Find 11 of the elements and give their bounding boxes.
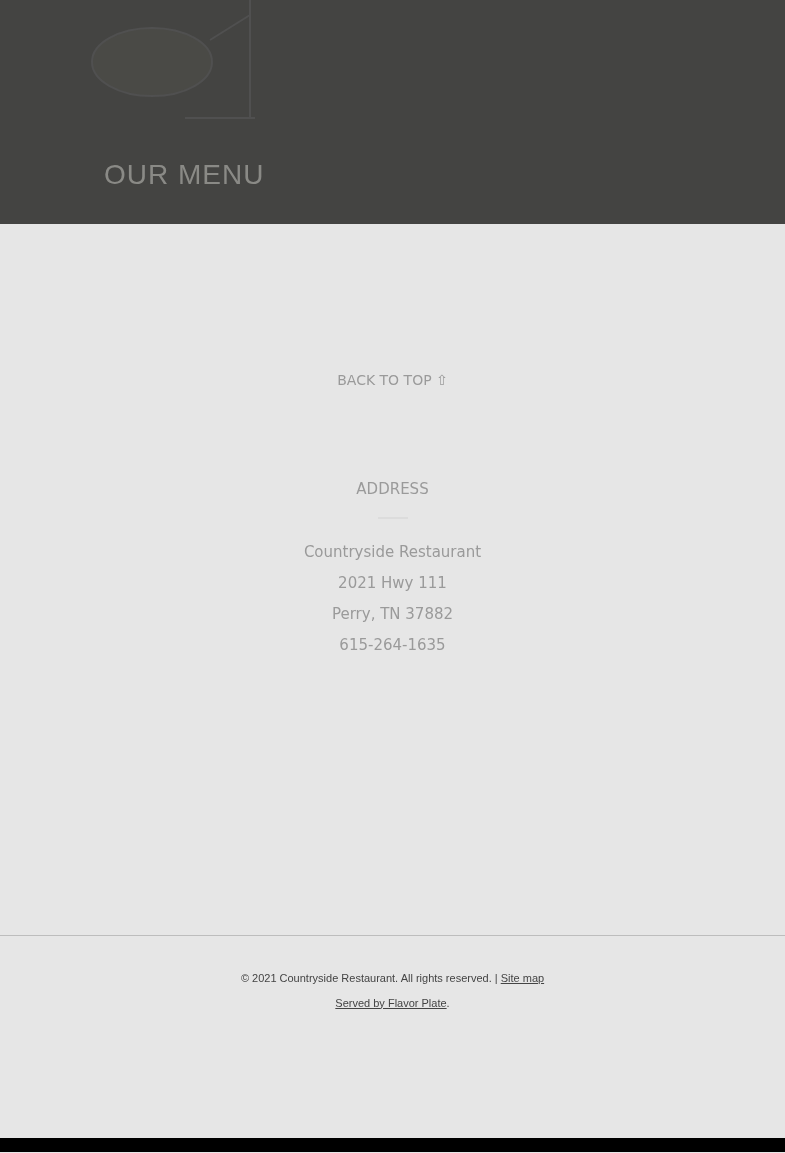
page-title: OUR MENU: [104, 158, 265, 192]
address-line: Countryside Restaurant: [303, 542, 482, 563]
copyright-text: © 2021 Countryside Restaurant. All rights reserved.: [240, 972, 492, 984]
address-heading: ADDRESS: [356, 479, 429, 500]
address-line: 2021 Hwy 111: [338, 573, 447, 594]
credit-period: .: [446, 996, 450, 1009]
separator: |: [494, 972, 498, 984]
address-line: 615-264-1635: [339, 635, 446, 656]
address-line: Perry, TN 37882: [331, 604, 454, 625]
sitemap-link[interactable]: Site map: [500, 972, 545, 984]
credit-link[interactable]: Served by Flavor Plate: [335, 996, 447, 1009]
